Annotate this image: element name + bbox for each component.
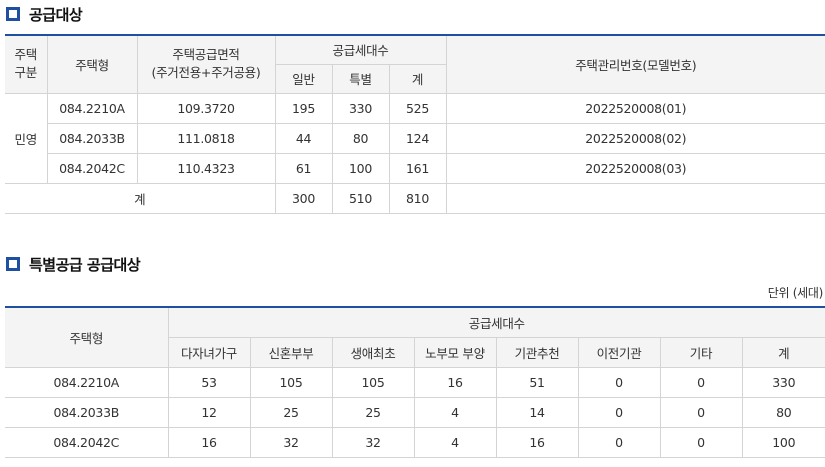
header-supply-area-line1: 주택공급면적 — [172, 46, 240, 62]
totals-label: 계 — [5, 182, 276, 214]
header-elderly-parent: 노부모 부양 — [413, 336, 497, 368]
header-total: 계 — [741, 336, 825, 368]
value-cell: 0 — [577, 426, 661, 458]
totals-special: 510 — [331, 182, 390, 214]
value-cell: 80 — [741, 396, 825, 428]
value-cell: 16 — [413, 366, 497, 398]
special-cell: 330 — [331, 92, 390, 124]
general-cell: 61 — [274, 152, 333, 184]
general-cell: 44 — [274, 122, 333, 154]
value-cell: 330 — [741, 366, 825, 398]
special-supply-table: 주택형 공급세대수 다자녀가구 신혼부부 생애최초 노부모 부양 기관추천 이전… — [5, 306, 825, 458]
value-cell: 4 — [413, 426, 497, 458]
header-relocated-org: 이전기관 — [577, 336, 661, 368]
header-first-time: 생애최초 — [331, 336, 415, 368]
header-units-group: 공급세대수 — [274, 34, 447, 65]
value-cell: 0 — [659, 396, 743, 428]
supply-target-heading: 공급대상 — [6, 2, 83, 26]
value-cell: 12 — [167, 396, 251, 428]
value-cell: 100 — [741, 426, 825, 458]
table-row: 084.2210A 53 105 105 16 51 0 0 330 — [5, 366, 825, 398]
total-cell: 161 — [388, 152, 447, 184]
header-management-no: 주택관리번호(모델번호) — [445, 34, 825, 94]
table-row: 084.2042C 110.4323 61 100 161 2022520008… — [5, 152, 825, 184]
value-cell: 0 — [577, 396, 661, 428]
table-row: 084.2033B 12 25 25 4 14 0 0 80 — [5, 396, 825, 428]
totals-row: 계 300 510 810 — [5, 182, 825, 214]
general-cell: 195 — [274, 92, 333, 124]
housing-class-cell: 민영 — [5, 92, 48, 184]
totals-general: 300 — [274, 182, 333, 214]
housing-type-cell: 084.2210A — [5, 366, 169, 398]
supply-target-table: 주택 구분 주택형 주택공급면적 (주거전용+주거공용) 공급세대수 주택관리번… — [5, 34, 825, 214]
management-no-cell: 2022520008(03) — [445, 152, 825, 184]
special-cell: 80 — [331, 122, 390, 154]
value-cell: 0 — [659, 366, 743, 398]
square-bullet-icon — [6, 257, 20, 271]
header-housing-type: 주택형 — [5, 306, 169, 368]
unit-label: 단위 (세대) — [767, 286, 824, 300]
totals-management-no — [445, 182, 825, 214]
value-cell: 25 — [331, 396, 415, 428]
total-cell: 124 — [388, 122, 447, 154]
supply-area-cell: 110.4323 — [136, 152, 276, 184]
housing-type-cell: 084.2033B — [47, 122, 138, 154]
value-cell: 51 — [495, 366, 579, 398]
header-institution-rec: 기관추천 — [495, 336, 579, 368]
value-cell: 16 — [167, 426, 251, 458]
header-other: 기타 — [659, 336, 743, 368]
total-cell: 525 — [388, 92, 447, 124]
supply-area-cell: 111.0818 — [136, 122, 276, 154]
square-bullet-icon — [6, 7, 20, 21]
section-title: 공급대상 — [29, 5, 83, 24]
table-row: 084.2042C 16 32 32 4 16 0 0 100 — [5, 426, 825, 458]
header-special: 특별 — [331, 63, 390, 94]
value-cell: 0 — [659, 426, 743, 458]
supply-area-cell: 109.3720 — [136, 92, 276, 124]
header-newlywed: 신혼부부 — [249, 336, 333, 368]
management-no-cell: 2022520008(01) — [445, 92, 825, 124]
management-no-cell: 2022520008(02) — [445, 122, 825, 154]
header-supply-area-line2: (주거전용+주거공용) — [151, 65, 261, 81]
housing-type-cell: 084.2042C — [5, 426, 169, 458]
table-row: 084.2033B 111.0818 44 80 124 2022520008(… — [5, 122, 825, 154]
housing-type-cell: 084.2042C — [47, 152, 138, 184]
housing-type-cell: 084.2210A — [46, 92, 138, 124]
value-cell: 0 — [577, 366, 661, 398]
housing-type-cell: 084.2033B — [5, 396, 169, 428]
section-title: 특별공급 공급대상 — [29, 255, 141, 274]
special-supply-heading: 특별공급 공급대상 — [6, 252, 141, 276]
totals-total: 810 — [388, 182, 447, 214]
value-cell: 25 — [249, 396, 333, 428]
value-cell: 32 — [331, 426, 415, 458]
header-multi-child: 다자녀가구 — [168, 336, 251, 368]
header-total: 계 — [388, 63, 447, 94]
header-supply-area: 주택공급면적 (주거전용+주거공용) — [136, 34, 276, 94]
value-cell: 53 — [167, 366, 251, 398]
value-cell: 14 — [495, 396, 579, 428]
header-housing-class: 주택 구분 — [5, 34, 48, 94]
header-units-group: 공급세대수 — [167, 306, 825, 338]
value-cell: 105 — [331, 366, 415, 398]
header-general: 일반 — [275, 63, 333, 94]
value-cell: 4 — [413, 396, 497, 428]
special-cell: 100 — [331, 152, 390, 184]
value-cell: 16 — [495, 426, 579, 458]
value-cell: 32 — [249, 426, 333, 458]
table-row: 민영 084.2210A 109.3720 195 330 525 202252… — [5, 92, 825, 184]
value-cell: 105 — [249, 366, 333, 398]
header-housing-type: 주택형 — [46, 34, 138, 94]
